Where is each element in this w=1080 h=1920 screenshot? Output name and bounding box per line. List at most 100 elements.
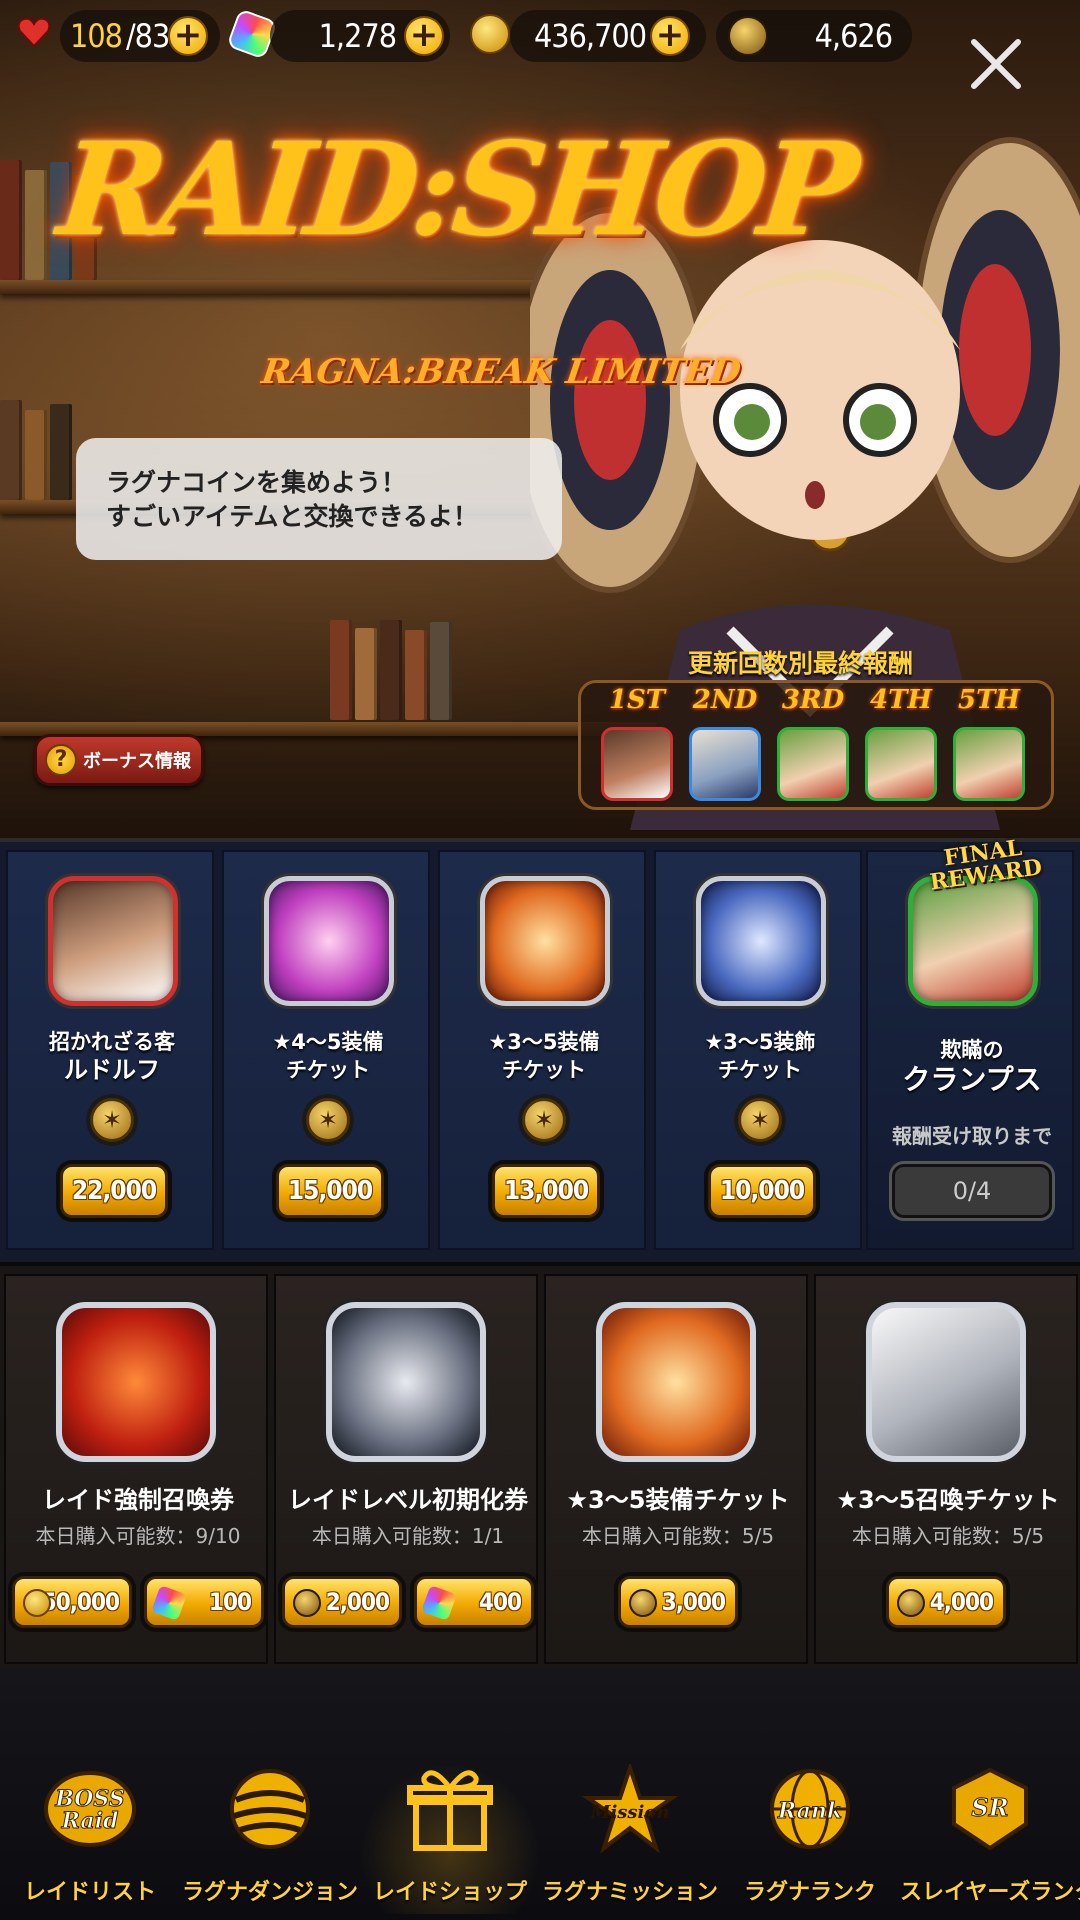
shop-item-card[interactable]: 招かれざる客 ルドルフ 22,000 <box>6 850 214 1250</box>
bookshelf-decoration <box>330 620 452 720</box>
bonus-info-button[interactable]: ? ボーナス情報 <box>34 734 204 786</box>
item-name-line2: チケット <box>718 1058 802 1082</box>
ragna-coin-value: 4,626 <box>814 17 893 55</box>
rank-slot-1[interactable]: 1ST <box>597 685 677 801</box>
buy-with-coin-button[interactable]: 2,000 <box>282 1576 402 1628</box>
nav-label: レイドショップ <box>372 1880 527 1905</box>
shop-item-card[interactable]: ★3～5装備 チケット 13,000 <box>438 850 646 1250</box>
shelf <box>0 280 560 294</box>
character-portrait <box>48 876 178 1006</box>
buy-price-button[interactable]: 15,000 <box>276 1164 384 1218</box>
svg-text:Raid: Raid <box>61 1808 119 1834</box>
add-gold-button[interactable]: + <box>650 16 690 56</box>
ticket-icon <box>480 876 610 1006</box>
speech-bubble: ラグナコインを集めよう！ すごいアイテムと交換できるよ！ <box>76 438 562 560</box>
shop-item-card[interactable]: ★3～5装飾 チケット 10,000 <box>654 850 862 1250</box>
progress-value: 0/4 <box>892 1164 1052 1218</box>
speech-line: すごいアイテムと交換できるよ！ <box>106 502 479 531</box>
svg-text:SR: SR <box>971 1793 1008 1822</box>
heart-icon <box>17 17 51 48</box>
character-portrait <box>908 876 1038 1006</box>
bookshelf-decoration <box>0 400 72 500</box>
rank-slot-3[interactable]: 3RD <box>773 685 853 801</box>
purchase-limit: 本日購入可能数：5/5 <box>851 1524 1045 1548</box>
final-reward-card[interactable]: FINAL REWARD 欺瞞の クランプス 報酬受け取りまで 0/4 <box>866 835 1074 1250</box>
shop-item-card[interactable]: レイド強制召喚券 本日購入可能数：9/10 50,000 100 <box>4 1274 268 1664</box>
price: 50,000 <box>41 1588 120 1616</box>
progress-label: 報酬受け取りまで <box>892 1124 1052 1148</box>
shop-logo-subtitle: RAGNA:BREAK LIMITED <box>259 352 744 392</box>
purchase-limit: 本日購入可能数：5/5 <box>581 1524 775 1548</box>
ragna-coin-icon <box>293 1589 321 1617</box>
nav-item-ragna-dungeon[interactable]: ラグナダンジョン <box>180 1764 360 1914</box>
item-name: ★3～5装備チケット <box>566 1486 790 1514</box>
item-name-line2: クランプス <box>902 1063 1042 1096</box>
nav-label: レイドリスト <box>23 1880 156 1905</box>
nav-item-slayers-rank[interactable]: SR スレイヤーズランク <box>900 1764 1080 1914</box>
slayers-rank-icon: SR <box>952 1767 1028 1851</box>
nav-item-raid-shop[interactable]: レイドショップ <box>360 1764 540 1914</box>
ragna-coin-counter: 4,626 <box>716 10 912 62</box>
character-portrait <box>777 727 849 801</box>
item-name: レイド強制召喚券 <box>42 1486 234 1514</box>
bottom-navigation: BOSS Raid レイドリスト ラグナダンジョン レイドショップ Mission… <box>0 1668 1080 1920</box>
price: 100 <box>208 1588 252 1616</box>
rank-label: 1ST <box>608 685 666 715</box>
price: 2,000 <box>325 1588 390 1616</box>
close-icon[interactable] <box>966 34 1026 94</box>
rank-globe-icon: Rank <box>770 1769 850 1849</box>
rank-slot-2[interactable]: 2ND <box>685 685 765 801</box>
buy-with-coin-button[interactable]: 4,000 <box>886 1576 1006 1628</box>
ragna-coin-icon <box>897 1589 925 1617</box>
item-name-line1: 招かれざる客 <box>49 1030 175 1054</box>
add-stamina-button[interactable]: + <box>168 16 208 56</box>
character-portrait <box>689 727 761 801</box>
dungeon-orb-icon <box>230 1769 310 1849</box>
bonus-info-label: ボーナス情報 <box>83 751 191 772</box>
buy-price-button[interactable]: 13,000 <box>492 1164 600 1218</box>
character-portrait <box>601 727 673 801</box>
rank-slot-4[interactable]: 4TH <box>861 685 941 801</box>
rank-label: 4TH <box>869 685 932 715</box>
ticket-icon <box>596 1302 756 1462</box>
shop-item-card[interactable]: レイドレベル初期化券 本日購入可能数：1/1 2,000 400 <box>274 1274 538 1664</box>
rank-slot-5[interactable]: 5TH <box>949 685 1029 801</box>
hero-banner: RAID:SHOP RAGNA:BREAK LIMITED ラグナコインを集めよ… <box>0 0 1080 838</box>
ragna-coin-icon <box>738 1098 782 1142</box>
buy-price-button[interactable]: 22,000 <box>60 1164 168 1218</box>
item-name-line1: 欺瞞の <box>940 1038 1004 1062</box>
purchase-limit: 本日購入可能数：9/10 <box>35 1524 241 1548</box>
buy-with-coin-button[interactable]: 3,000 <box>618 1576 738 1628</box>
stamina-value: 108 <box>70 17 123 55</box>
shop-item-card[interactable]: ★3～5召喚チケット 本日購入可能数：5/5 4,000 <box>814 1274 1078 1664</box>
nav-item-ragna-rank[interactable]: Rank ラグナランク <box>720 1764 900 1914</box>
gift-icon <box>407 1770 493 1851</box>
item-name-line2: チケット <box>286 1058 370 1082</box>
add-gems-button[interactable]: + <box>404 16 444 56</box>
gem-icon <box>151 1585 187 1621</box>
resource-bar: 108 /83 + 1,278 + 436,700 + 4,626 <box>0 0 1080 89</box>
rank-label: 3RD <box>781 685 845 715</box>
buy-price-button[interactable]: 10,000 <box>708 1164 816 1218</box>
boss-raid-icon: BOSSRaid <box>44 1771 136 1847</box>
rank-label: 2ND <box>692 685 758 715</box>
shop-item-card[interactable]: ★4～5装備 チケット 15,000 <box>222 850 430 1250</box>
gold-icon <box>23 1589 51 1617</box>
buy-with-gold-button[interactable]: 50,000 <box>12 1576 132 1628</box>
buy-with-gems-button[interactable]: 100 <box>144 1576 264 1628</box>
buy-with-gems-button[interactable]: 400 <box>414 1576 534 1628</box>
ragna-coin-icon <box>522 1098 566 1142</box>
nav-label: ラグナダンジョン <box>181 1880 358 1905</box>
price: 400 <box>478 1588 522 1616</box>
purchase-limit: 本日購入可能数：1/1 <box>311 1524 505 1548</box>
shop-logo-title: RAID:SHOP <box>52 115 859 265</box>
shop-item-card[interactable]: ★3～5装備チケット 本日購入可能数：5/5 3,000 <box>544 1274 808 1664</box>
gem-value: 1,278 <box>318 17 397 55</box>
nav-item-raid-list[interactable]: BOSS Raid レイドリスト <box>0 1764 180 1914</box>
item-name-line1: ★4～5装備 <box>272 1030 384 1054</box>
gem-icon <box>421 1585 457 1621</box>
nav-item-ragna-mission[interactable]: Mission ラグナミッション <box>540 1764 720 1914</box>
final-reward-title: 更新回数別最終報酬 <box>688 649 914 678</box>
svg-text:Rank: Rank <box>777 1798 842 1824</box>
svg-text:Mission: Mission <box>590 1802 670 1823</box>
